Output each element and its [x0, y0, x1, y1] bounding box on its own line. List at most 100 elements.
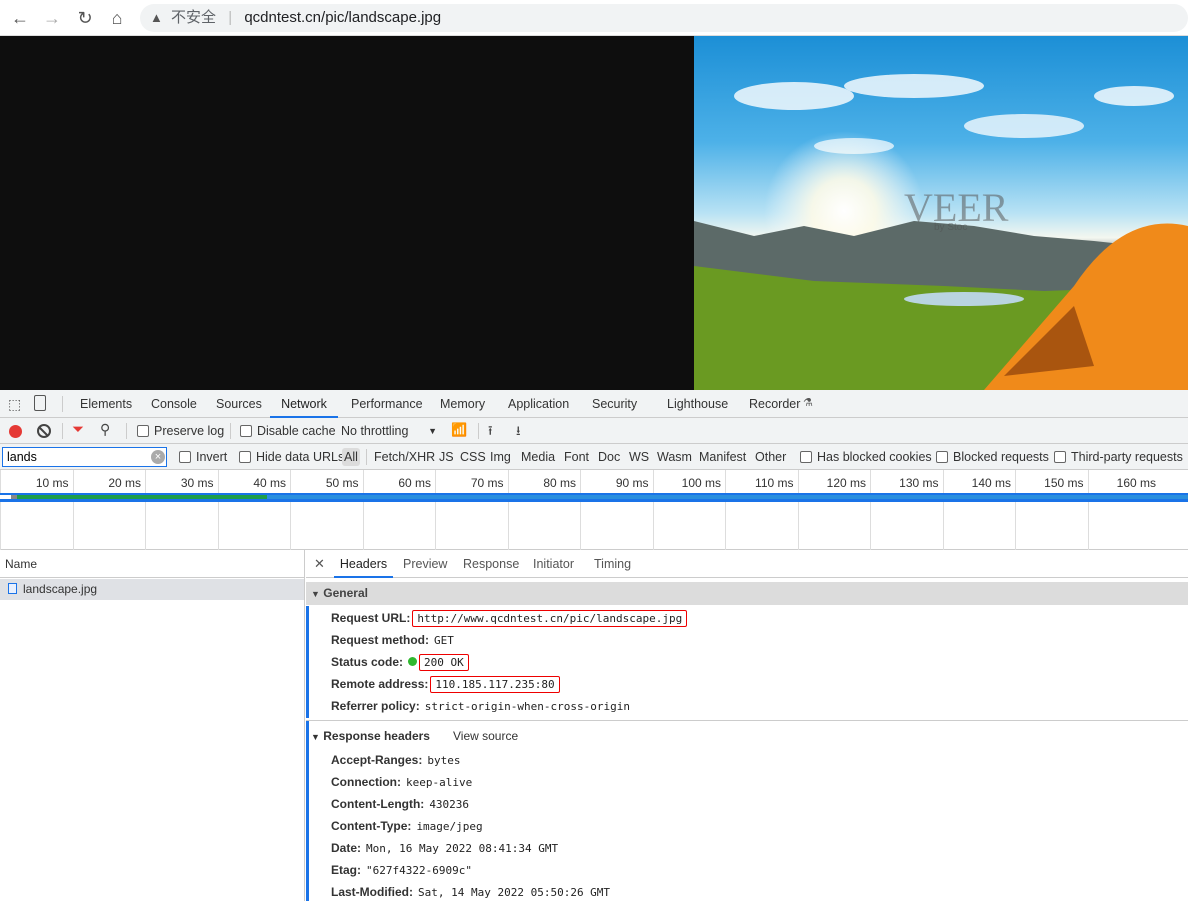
type-filter-doc[interactable]: Doc	[598, 450, 620, 464]
reload-button[interactable]: ↻	[73, 6, 97, 30]
forward-button[interactable]: →	[40, 6, 64, 30]
blocked-requests-checkbox[interactable]: Blocked requests	[936, 450, 1049, 464]
invert-checkbox[interactable]: Invert	[179, 450, 227, 464]
tab-console[interactable]: Console	[151, 390, 197, 418]
network-toolbar: ⏷ ⚲ Preserve log Disable cache No thrott…	[0, 418, 1188, 444]
request-list: Name landscape.jpg	[0, 550, 305, 901]
third-party-checkbox[interactable]: Third-party requests	[1054, 450, 1183, 464]
type-filter-font[interactable]: Font	[564, 450, 589, 464]
tab-lighthouse[interactable]: Lighthouse	[667, 390, 728, 418]
header-name: Accept-Ranges:	[331, 753, 423, 767]
filter-icon[interactable]: ⏷	[72, 421, 84, 438]
header-row: Etag: "627f4322-6909c"	[331, 859, 472, 881]
header-name: Content-Type:	[331, 819, 412, 833]
type-filter-img[interactable]: Img	[490, 450, 511, 464]
type-filter-manifest[interactable]: Manifest	[699, 450, 746, 464]
type-filter-ws[interactable]: WS	[629, 450, 649, 464]
file-icon	[8, 583, 17, 594]
tab-recorder[interactable]: Recorder	[749, 390, 800, 418]
tab-network[interactable]: Network	[270, 390, 338, 418]
timeline-tick: 80 ms	[507, 470, 581, 550]
header-row: Status code: 200 OK	[331, 651, 469, 673]
tab-preview[interactable]: Preview	[403, 550, 447, 578]
header-name: Etag:	[331, 863, 361, 877]
has-blocked-cookies-checkbox[interactable]: Has blocked cookies	[800, 450, 932, 464]
status-ok-icon	[408, 657, 418, 666]
clear-button[interactable]	[37, 424, 51, 438]
general-section-header[interactable]: ▼ General	[306, 582, 1188, 605]
tab-response[interactable]: Response	[463, 550, 519, 578]
search-icon[interactable]: ⚲	[100, 421, 110, 438]
close-icon[interactable]: ✕	[314, 556, 325, 572]
tab-elements[interactable]: Elements	[80, 390, 132, 418]
header-name: Date:	[331, 841, 362, 855]
preserve-log-checkbox[interactable]: Preserve log	[137, 424, 224, 438]
type-filter-other[interactable]: Other	[755, 450, 786, 464]
timeline-tick: 10 ms	[0, 470, 73, 550]
request-name: landscape.jpg	[23, 582, 98, 596]
timeline-tick: 120 ms	[797, 470, 871, 550]
page-background	[0, 36, 694, 390]
throttling-value: No throttling	[341, 424, 409, 438]
view-source-link[interactable]: View source	[453, 725, 518, 747]
type-filter-css[interactable]: CSS	[460, 450, 486, 464]
name-column-header[interactable]: Name	[0, 550, 304, 578]
warning-icon: ▲	[150, 10, 163, 25]
tab-performance[interactable]: Performance	[351, 390, 423, 418]
divider	[478, 423, 479, 439]
invert-label: Invert	[196, 450, 228, 464]
tab-sources[interactable]: Sources	[216, 390, 262, 418]
timeline-tick: 150 ms	[1015, 470, 1088, 550]
timeline-tick: 90 ms	[580, 470, 653, 550]
record-button[interactable]	[9, 425, 22, 438]
clear-filter-icon[interactable]: ×	[151, 450, 165, 464]
divider	[62, 423, 63, 439]
type-filter-all[interactable]: All	[342, 448, 360, 466]
third-party-label: Third-party requests	[1071, 450, 1183, 464]
request-row[interactable]: landscape.jpg	[0, 579, 304, 600]
disable-cache-label: Disable cache	[257, 424, 336, 438]
network-conditions-icon[interactable]: 📶	[451, 422, 467, 438]
tab-timing[interactable]: Timing	[594, 550, 631, 578]
header-value: 110.185.117.235:80	[430, 676, 560, 693]
address-bar[interactable]: ▲ 不安全 | qcdntest.cn/pic/landscape.jpg	[140, 4, 1188, 32]
tab-headers[interactable]: Headers	[334, 550, 393, 578]
throttling-select[interactable]: No throttling ▼	[341, 424, 439, 438]
import-har-icon[interactable]: ⭱	[488, 422, 493, 444]
header-name: Last-Modified:	[331, 885, 413, 899]
timeline-overview[interactable]: 10 ms 20 ms 30 ms 40 ms 50 ms 60 ms 70 ms 80 ms…	[0, 470, 1188, 550]
type-filter-fetch-xhr[interactable]: Fetch/XHR	[374, 450, 435, 464]
devtools-tab-bar: ⬚ Elements Console Sources Network Perfo…	[0, 390, 1188, 418]
back-button[interactable]: ←	[8, 6, 32, 30]
tab-initiator[interactable]: Initiator	[533, 550, 574, 578]
timeline-tick: 160 ms	[1087, 470, 1161, 550]
device-toolbar-icon[interactable]	[34, 395, 46, 411]
export-har-icon[interactable]: ⭳	[516, 422, 521, 444]
header-row: Request URL: http://www.qcdntest.cn/pic/l…	[331, 607, 688, 629]
hide-data-urls-checkbox[interactable]: Hide data URLs	[239, 450, 344, 464]
response-headers-section-header[interactable]: ▼ Response headers	[311, 725, 430, 747]
divider	[62, 396, 63, 412]
url-text: qcdntest.cn/pic/landscape.jpg	[244, 9, 442, 26]
header-name: Request method:	[331, 633, 430, 647]
timeline-tick: 50 ms	[290, 470, 363, 550]
timeline-tick: 30 ms	[145, 470, 218, 550]
timeline-tick: 100 ms	[652, 470, 726, 550]
header-row: Content-Type: image/jpeg	[331, 815, 483, 837]
inspect-element-icon[interactable]: ⬚	[8, 396, 21, 413]
filter-input[interactable]	[2, 447, 167, 467]
home-button[interactable]: ⌂	[105, 6, 129, 30]
tab-memory[interactable]: Memory	[440, 390, 485, 418]
type-filter-wasm[interactable]: Wasm	[657, 450, 692, 464]
filter-bar: Invert Hide data URLs All Fetch/XHR JS C…	[0, 444, 1188, 470]
type-filter-js[interactable]: JS	[439, 450, 454, 464]
timeline-tick: 20 ms	[72, 470, 146, 550]
timeline-tick: 40 ms	[217, 470, 291, 550]
header-name: Referrer policy:	[331, 699, 420, 713]
timeline-tick: 110 ms	[725, 470, 798, 550]
type-filter-media[interactable]: Media	[521, 450, 555, 464]
tab-application[interactable]: Application	[508, 390, 569, 418]
tab-security[interactable]: Security	[592, 390, 637, 418]
header-row: Remote address: 110.185.117.235:80	[331, 673, 560, 695]
disable-cache-checkbox[interactable]: Disable cache	[240, 424, 336, 438]
